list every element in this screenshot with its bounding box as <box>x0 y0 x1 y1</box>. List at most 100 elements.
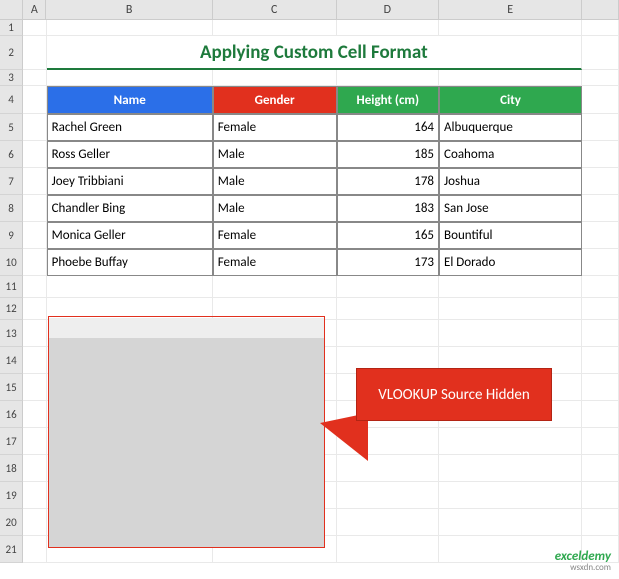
col-header-E[interactable]: E <box>439 0 582 19</box>
cell[interactable] <box>439 455 582 482</box>
cell[interactable] <box>439 276 582 298</box>
cell[interactable] <box>439 482 582 509</box>
cell-height[interactable]: 185 <box>337 141 440 168</box>
cell[interactable] <box>337 536 440 563</box>
row-header-20[interactable]: 20 <box>0 509 23 536</box>
cell[interactable] <box>23 70 46 86</box>
cell[interactable] <box>582 482 619 509</box>
cell[interactable] <box>582 86 619 114</box>
cell[interactable] <box>439 70 582 86</box>
cell[interactable] <box>439 320 582 347</box>
cell-name[interactable]: Chandler Bing <box>47 195 213 222</box>
cell-gender[interactable]: Male <box>213 195 337 222</box>
cell-name[interactable]: Joey Tribbiani <box>47 168 213 195</box>
row-header-17[interactable]: 17 <box>0 428 23 455</box>
cell-gender[interactable]: Female <box>213 114 337 141</box>
cell[interactable] <box>337 320 440 347</box>
cell[interactable] <box>23 114 46 141</box>
cell[interactable] <box>47 70 213 86</box>
cell-name[interactable]: Phoebe Buffay <box>47 249 213 276</box>
cell-name[interactable]: Ross Geller <box>47 141 213 168</box>
cell-city[interactable]: El Dorado <box>439 249 582 276</box>
cell[interactable] <box>337 509 440 536</box>
select-all-corner[interactable] <box>0 0 23 19</box>
col-header-C[interactable]: C <box>213 0 337 19</box>
row-header-12[interactable]: 12 <box>0 298 23 320</box>
cell[interactable] <box>47 276 213 298</box>
cell-name[interactable]: Monica Geller <box>47 222 213 249</box>
cell[interactable] <box>23 276 46 298</box>
cell[interactable] <box>582 195 619 222</box>
cell[interactable] <box>23 509 46 536</box>
row-header-19[interactable]: 19 <box>0 482 23 509</box>
cell[interactable] <box>582 509 619 536</box>
row-header-7[interactable]: 7 <box>0 168 23 195</box>
cell[interactable] <box>213 70 337 86</box>
cell[interactable] <box>439 20 582 36</box>
cell[interactable] <box>23 222 46 249</box>
cell-city[interactable]: Albuquerque <box>439 114 582 141</box>
header-city[interactable]: City <box>439 86 582 114</box>
row-header-14[interactable]: 14 <box>0 347 23 374</box>
row-header-8[interactable]: 8 <box>0 195 23 222</box>
cell[interactable] <box>23 455 46 482</box>
cell[interactable] <box>23 20 46 36</box>
cell[interactable] <box>23 195 46 222</box>
cell[interactable] <box>213 20 337 36</box>
row-header-13[interactable]: 13 <box>0 320 23 347</box>
row-header-18[interactable]: 18 <box>0 455 23 482</box>
cell[interactable] <box>582 276 619 298</box>
cell[interactable] <box>582 222 619 249</box>
cell-height[interactable]: 164 <box>337 114 440 141</box>
header-gender[interactable]: Gender <box>213 86 337 114</box>
cell[interactable] <box>582 347 619 374</box>
cell-height[interactable]: 165 <box>337 222 440 249</box>
cell-city[interactable]: Joshua <box>439 168 582 195</box>
header-height[interactable]: Height (cm) <box>337 86 440 114</box>
cell[interactable] <box>23 36 46 70</box>
cell[interactable] <box>23 482 46 509</box>
cell[interactable] <box>337 482 440 509</box>
cell[interactable] <box>337 298 440 320</box>
row-header-10[interactable]: 10 <box>0 249 23 276</box>
row-header-16[interactable]: 16 <box>0 401 23 428</box>
cell[interactable] <box>23 374 46 401</box>
cell[interactable] <box>23 428 46 455</box>
cell[interactable] <box>23 536 46 563</box>
cell[interactable] <box>23 347 46 374</box>
cell[interactable] <box>23 168 46 195</box>
row-header-21[interactable]: 21 <box>0 536 23 563</box>
cell[interactable] <box>23 249 46 276</box>
cell[interactable] <box>582 401 619 428</box>
cell[interactable] <box>23 141 46 168</box>
cell[interactable] <box>23 320 46 347</box>
cell-gender[interactable]: Female <box>213 249 337 276</box>
cell-height[interactable]: 173 <box>337 249 440 276</box>
row-header-1[interactable]: 1 <box>0 20 23 36</box>
cell[interactable] <box>582 168 619 195</box>
cell[interactable] <box>582 141 619 168</box>
cell-city[interactable]: Bountiful <box>439 222 582 249</box>
cell[interactable] <box>337 20 440 36</box>
cell[interactable] <box>337 276 440 298</box>
cell[interactable] <box>47 20 213 36</box>
row-header-15[interactable]: 15 <box>0 374 23 401</box>
cell[interactable] <box>582 249 619 276</box>
cell[interactable] <box>582 70 619 86</box>
cell-gender[interactable]: Female <box>213 222 337 249</box>
row-header-4[interactable]: 4 <box>0 86 23 114</box>
row-header-11[interactable]: 11 <box>0 276 23 298</box>
cell-height[interactable]: 183 <box>337 195 440 222</box>
cell[interactable] <box>23 298 46 320</box>
cell[interactable] <box>582 298 619 320</box>
cell[interactable] <box>439 509 582 536</box>
cell[interactable] <box>23 86 46 114</box>
cell[interactable] <box>23 401 46 428</box>
cell[interactable] <box>582 320 619 347</box>
cell[interactable] <box>439 298 582 320</box>
cell[interactable] <box>582 20 619 36</box>
cell[interactable] <box>582 428 619 455</box>
row-header-6[interactable]: 6 <box>0 141 23 168</box>
row-header-9[interactable]: 9 <box>0 222 23 249</box>
cell[interactable] <box>337 70 440 86</box>
